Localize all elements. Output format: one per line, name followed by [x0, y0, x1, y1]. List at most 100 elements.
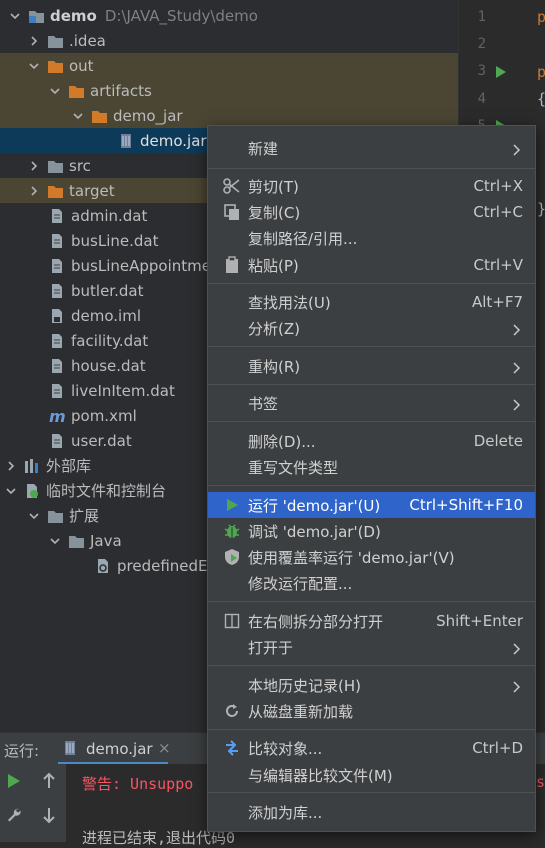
tree-item-label: liveInItem.dat [71, 381, 175, 400]
paste-icon [222, 255, 242, 275]
tree-item-project-root[interactable]: demo D:\JAVA_Study\demo [0, 3, 458, 28]
tree-item-label: demo [50, 6, 97, 25]
tree-item-label: artifacts [90, 81, 152, 100]
menu-item-paste[interactable]: 粘贴(P) Ctrl+V [208, 252, 535, 278]
menu-item-add-as-library[interactable]: 添加为库... [208, 799, 535, 825]
menu-item-local-history[interactable]: 本地历史记录(H) [208, 672, 535, 698]
tree-item-label: .idea [69, 31, 106, 50]
chevron-down-icon[interactable] [8, 9, 22, 23]
run-scroll-toolbar [32, 764, 67, 842]
tree-item-label: 外部库 [46, 457, 92, 475]
menu-item-refactor[interactable]: 重构(R) [208, 353, 535, 379]
menu-item-find-usages[interactable]: 查找用法(U) Alt+F7 [208, 289, 535, 315]
tree-item-label: facility.dat [71, 331, 149, 350]
menu-item-label: 在右侧拆分部分打开 [248, 612, 384, 631]
tree-item-artifacts[interactable]: artifacts [0, 78, 458, 103]
run-tab-demo-jar[interactable]: demo.jar [86, 740, 153, 758]
tree-item-label: src [69, 156, 91, 175]
menu-item-label: 运行 'demo.jar'(U) [248, 496, 381, 515]
menu-item-copy-path[interactable]: 复制路径/引用... [208, 225, 535, 251]
chevron-right-icon[interactable] [4, 459, 18, 473]
tree-item-label: out [69, 56, 94, 75]
menu-separator [208, 601, 535, 602]
menu-item-cut[interactable]: 剪切(T) Ctrl+X [208, 173, 535, 199]
menu-item-delete[interactable]: 删除(D)... Delete [208, 428, 535, 454]
file-icon [49, 358, 65, 374]
menu-item-bookmarks[interactable]: 书签 [208, 390, 535, 416]
menu-item-shortcut: Alt+F7 [471, 293, 523, 311]
chevron-right-icon [513, 679, 521, 697]
rerun-icon[interactable] [8, 774, 20, 788]
menu-separator [208, 421, 535, 422]
menu-item-new[interactable]: 新建 [208, 135, 535, 161]
menu-item-label: 使用覆盖率运行 'demo.jar'(V) [248, 548, 455, 567]
menu-item-shortcut: Ctrl+D [472, 739, 523, 757]
chevron-right-icon[interactable] [27, 159, 41, 173]
tree-item-label: busLineAppointme [71, 256, 211, 275]
menu-item-open-in[interactable]: 打开于 [208, 634, 535, 660]
menu-item-compare-with-editor[interactable]: 与编辑器比较文件(M) [208, 762, 535, 788]
menu-item-modify-run-config[interactable]: 修改运行配置... [208, 570, 535, 596]
menu-item-label: 重构(R) [248, 357, 301, 376]
chevron-down-icon[interactable] [4, 484, 18, 498]
reload-icon [222, 701, 242, 721]
folder-icon [47, 158, 63, 174]
menu-item-run[interactable]: 运行 'demo.jar'(U) Ctrl+Shift+F10 [208, 492, 535, 518]
wrench-icon[interactable] [5, 806, 23, 828]
console-warning-tail: s [536, 773, 545, 791]
chevron-down-icon[interactable] [27, 509, 41, 523]
context-menu: 新建 剪切(T) Ctrl+X 复制(C) Ctrl+C 复制路径/引用... … [207, 125, 536, 832]
menu-item-label: 剪切(T) [248, 177, 299, 196]
menu-item-label: 粘贴(P) [248, 256, 299, 275]
arrow-down-icon[interactable] [41, 806, 57, 828]
menu-item-copy[interactable]: 复制(C) Ctrl+C [208, 199, 535, 225]
excluded-folder-icon [68, 83, 84, 99]
menu-item-compare-with[interactable]: 比较对象... Ctrl+D [208, 735, 535, 761]
file-icon [49, 258, 65, 274]
arrow-up-icon[interactable] [41, 772, 57, 794]
menu-item-label: 复制路径/引用... [248, 229, 358, 248]
line-number: 3 [477, 63, 486, 79]
run-icon [222, 495, 242, 515]
tree-item-idea[interactable]: .idea [0, 28, 458, 53]
menu-item-open-split[interactable]: 在右侧拆分部分打开 Shift+Enter [208, 608, 535, 634]
tree-item-label: demo_jar [113, 106, 183, 125]
tree-item-label: butler.dat [71, 281, 144, 300]
menu-item-override-file-type[interactable]: 重写文件类型 [208, 454, 535, 480]
code-fragment: } [537, 200, 545, 218]
file-icon [49, 383, 65, 399]
menu-item-analyze[interactable]: 分析(Z) [208, 315, 535, 341]
tree-item-out[interactable]: out [0, 53, 458, 78]
tree-item-label: user.dat [71, 431, 132, 450]
file-icon [49, 208, 65, 224]
chevron-down-icon[interactable] [48, 84, 62, 98]
menu-item-run-with-coverage[interactable]: 使用覆盖率运行 'demo.jar'(V) [208, 544, 535, 570]
menu-separator [208, 665, 535, 666]
menu-item-label: 删除(D)... [248, 432, 316, 451]
excluded-folder-icon [47, 58, 63, 74]
gutter-run-icon[interactable] [496, 66, 506, 78]
line-number: 4 [477, 91, 486, 107]
menu-item-label: 比较对象... [248, 739, 323, 758]
tree-item-label: target [69, 181, 115, 200]
menu-item-label: 调试 'demo.jar'(D) [248, 522, 381, 541]
tree-item-label: 扩展 [69, 507, 100, 525]
menu-item-debug[interactable]: 调试 'demo.jar'(D) [208, 518, 535, 544]
chevron-right-icon[interactable] [27, 184, 41, 198]
chevron-down-icon[interactable] [48, 534, 62, 548]
menu-separator [208, 729, 535, 730]
file-icon [49, 333, 65, 349]
menu-item-reload-from-disk[interactable]: 从磁盘重新加载 [208, 698, 535, 724]
close-icon[interactable]: × [158, 739, 171, 757]
chevron-right-icon[interactable] [27, 34, 41, 48]
script-file-icon [95, 558, 111, 574]
maven-icon: m [49, 408, 65, 424]
svg-text:m: m [49, 408, 65, 424]
chevron-down-icon[interactable] [27, 59, 41, 73]
chevron-down-icon[interactable] [71, 109, 85, 123]
menu-item-label: 重写文件类型 [248, 458, 339, 477]
menu-item-label: 书签 [248, 394, 279, 413]
folder-icon [47, 508, 63, 524]
folder-icon [68, 533, 84, 549]
project-folder-icon [28, 8, 44, 24]
